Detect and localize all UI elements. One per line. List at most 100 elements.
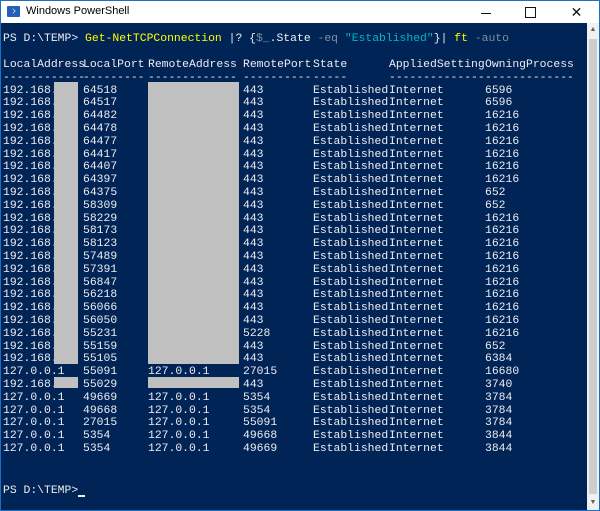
scroll-down-icon[interactable]: ▼ bbox=[587, 496, 599, 510]
cell-state: Established bbox=[313, 315, 389, 327]
scroll-up-icon[interactable]: ▲ bbox=[587, 23, 599, 37]
cell-remote-address: 127.0.0.1 bbox=[148, 417, 210, 430]
maximize-icon bbox=[525, 6, 536, 18]
scrollbar-thumb[interactable] bbox=[589, 39, 597, 494]
pipeline-variable: $_ bbox=[255, 33, 270, 45]
cell-remote-port: 443 bbox=[243, 251, 264, 263]
cell-state: Established bbox=[313, 404, 389, 417]
cell-owning-process: 16216 bbox=[485, 289, 520, 302]
text-cursor bbox=[78, 495, 85, 498]
cell-applied-setting: Internet bbox=[389, 430, 444, 443]
cell-local-port: 27015 bbox=[83, 417, 118, 430]
console-output[interactable]: PS D:\TEMP> Get-NetTCPConnection |? {$_.… bbox=[1, 23, 587, 510]
window-title: Windows PowerShell bbox=[26, 5, 130, 17]
cell-local-address: 192.168. bbox=[3, 263, 58, 276]
maximize-button[interactable] bbox=[508, 1, 553, 23]
cell-local-port: 5354 bbox=[83, 430, 111, 443]
pipe: | bbox=[440, 33, 448, 45]
cell-applied-setting: Internet bbox=[389, 276, 444, 289]
cell-remote-port: 443 bbox=[243, 353, 264, 366]
cell-state: Established bbox=[313, 327, 389, 340]
cell-local-port: 58229 bbox=[83, 212, 118, 225]
cell-state: Established bbox=[313, 238, 389, 251]
column-header-local-port: LocalPort bbox=[83, 59, 145, 71]
cell-state: Established bbox=[313, 148, 389, 161]
cell-local-address: 192.168. bbox=[3, 135, 58, 148]
cell-owning-process: 16216 bbox=[485, 276, 520, 289]
cell-owning-process: 3844 bbox=[485, 443, 513, 455]
cell-local-port: 64397 bbox=[83, 174, 118, 187]
cell-remote-address: 127.0.0.1 bbox=[148, 391, 210, 404]
cell-local-port: 55105 bbox=[83, 353, 118, 366]
cell-local-port: 49669 bbox=[83, 391, 118, 404]
cell-applied-setting: Internet bbox=[389, 391, 444, 404]
cell-local-address: 192.168. bbox=[3, 199, 58, 212]
title-bar[interactable]: Windows PowerShell ✕ bbox=[1, 1, 599, 23]
redacted-remote-block bbox=[148, 81, 239, 365]
cell-state: Established bbox=[313, 251, 389, 263]
vertical-scrollbar[interactable]: ▲ ▼ bbox=[587, 23, 599, 510]
cell-state: Established bbox=[313, 263, 389, 276]
cell-remote-port: 443 bbox=[243, 289, 264, 302]
cell-applied-setting: Internet bbox=[389, 443, 444, 455]
cell-local-port: 58173 bbox=[83, 225, 118, 238]
cell-applied-setting: Internet bbox=[389, 379, 444, 391]
cell-state: Established bbox=[313, 417, 389, 430]
cell-local-address: 192.168. bbox=[3, 97, 58, 110]
redacted-local-cell bbox=[54, 377, 78, 388]
cell-local-address: 192.168. bbox=[3, 379, 58, 391]
minimize-button[interactable] bbox=[463, 1, 508, 23]
cell-applied-setting: Internet bbox=[389, 110, 444, 123]
string-value: "Established" bbox=[344, 33, 434, 45]
cell-remote-port: 443 bbox=[243, 174, 264, 187]
cell-state: Established bbox=[313, 199, 389, 212]
cell-local-port: 56050 bbox=[83, 315, 118, 327]
cell-state: Established bbox=[313, 212, 389, 225]
cell-applied-setting: Internet bbox=[389, 417, 444, 430]
cell-remote-address: 127.0.0.1 bbox=[148, 430, 210, 443]
format-table-alias: ft bbox=[454, 33, 468, 45]
cell-applied-setting: Internet bbox=[389, 84, 444, 97]
cell-applied-setting: Internet bbox=[389, 353, 444, 366]
cell-remote-port: 443 bbox=[243, 135, 264, 148]
cell-state: Established bbox=[313, 430, 389, 443]
cell-owning-process: 16216 bbox=[485, 251, 520, 263]
cell-local-address: 192.168. bbox=[3, 340, 58, 353]
cell-owning-process: 16216 bbox=[485, 148, 520, 161]
cell-local-port: 55159 bbox=[83, 340, 118, 353]
cell-owning-process: 6384 bbox=[485, 353, 513, 366]
cell-remote-port: 443 bbox=[243, 379, 264, 391]
cell-owning-process: 16216 bbox=[485, 212, 520, 225]
cell-local-address: 192.168. bbox=[3, 174, 58, 187]
cell-local-address: 127.0.0.1 bbox=[3, 443, 65, 455]
cell-local-port: 58123 bbox=[83, 238, 118, 251]
cell-applied-setting: Internet bbox=[389, 199, 444, 212]
cell-applied-setting: Internet bbox=[389, 148, 444, 161]
cell-local-address: 192.168. bbox=[3, 238, 58, 251]
cmdlet: Get-NetTCPConnection bbox=[85, 33, 222, 45]
format-param: -auto bbox=[474, 33, 509, 45]
cell-owning-process: 16216 bbox=[485, 123, 520, 135]
close-button[interactable]: ✕ bbox=[554, 1, 599, 23]
cell-owning-process: 16216 bbox=[485, 225, 520, 238]
cell-local-port: 64375 bbox=[83, 187, 118, 199]
cell-local-port: 64407 bbox=[83, 161, 118, 174]
cell-local-address: 192.168. bbox=[3, 161, 58, 174]
cell-remote-port: 443 bbox=[243, 199, 264, 212]
cell-local-address: 127.0.0.1 bbox=[3, 404, 65, 417]
cell-owning-process: 3784 bbox=[485, 417, 513, 430]
cell-state: Established bbox=[313, 161, 389, 174]
cell-applied-setting: Internet bbox=[389, 251, 444, 263]
cell-state: Established bbox=[313, 302, 389, 315]
minimize-icon bbox=[480, 12, 491, 14]
cell-owning-process: 16216 bbox=[485, 238, 520, 251]
cell-remote-port: 443 bbox=[243, 97, 264, 110]
cell-local-port: 55091 bbox=[83, 366, 118, 379]
cell-state: Established bbox=[313, 366, 389, 379]
cell-owning-process: 16216 bbox=[485, 327, 520, 340]
cell-local-address: 192.168. bbox=[3, 302, 58, 315]
cell-local-port: 57391 bbox=[83, 263, 118, 276]
cell-owning-process: 16216 bbox=[485, 174, 520, 187]
header-underline: --------- bbox=[83, 71, 145, 84]
cell-applied-setting: Internet bbox=[389, 123, 444, 135]
